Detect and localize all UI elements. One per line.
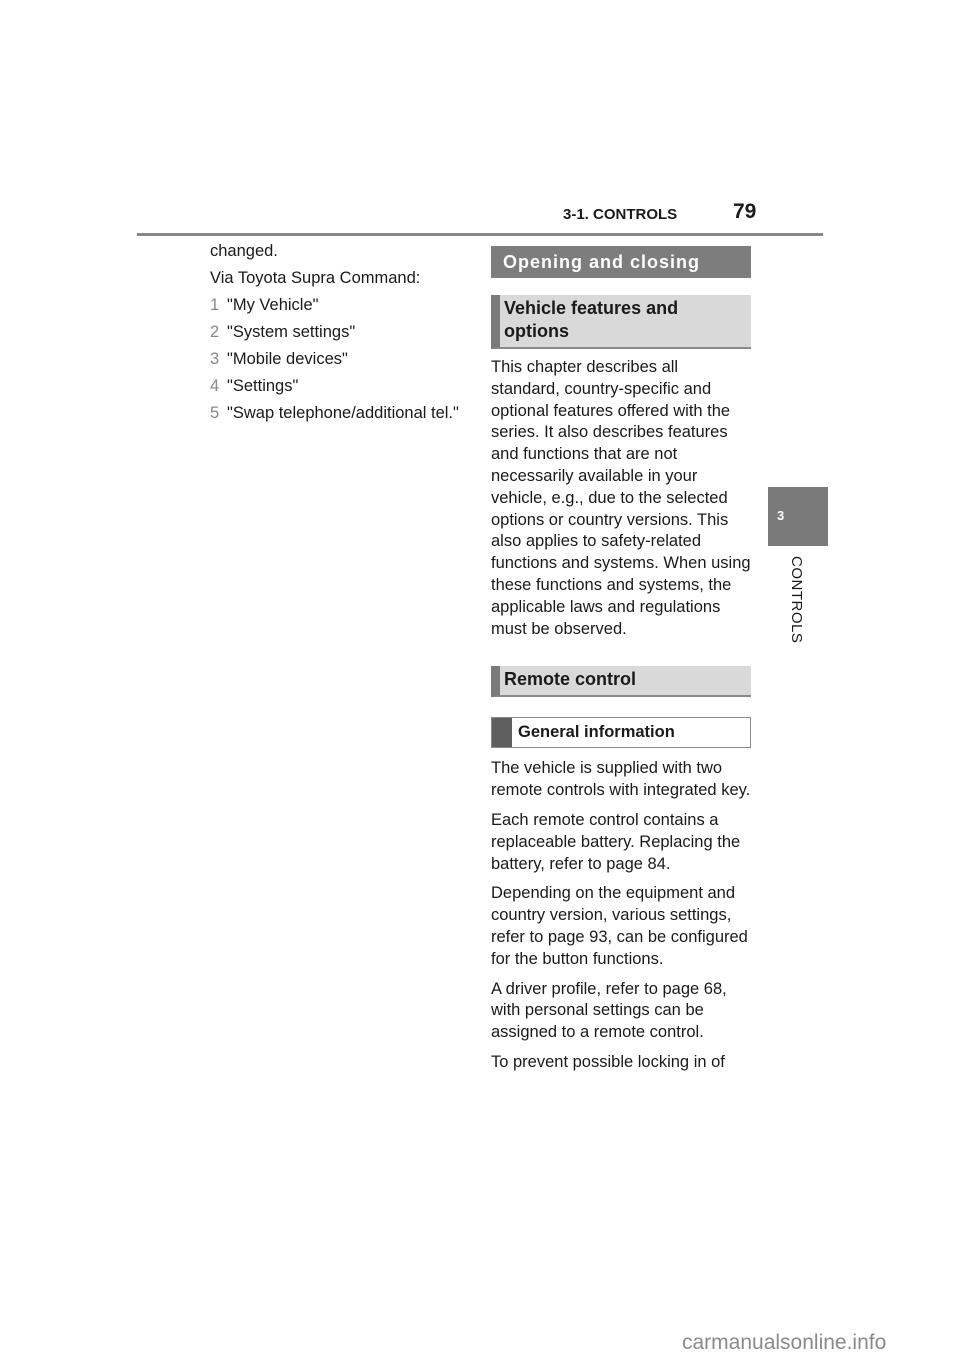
step-number: 1 <box>210 296 220 314</box>
intro-text: changed. <box>210 242 278 260</box>
chapter-tab-number: 3 <box>777 508 785 523</box>
step-text: "My Vehicle" <box>227 296 319 314</box>
step-text: "Mobile devices" <box>227 350 348 368</box>
subsection-heading-text: General information <box>518 723 675 742</box>
header-section-title: 3-1. CONTROLS <box>563 206 678 223</box>
left-column: changed. Via Toyota Supra Command: 1 "My… <box>210 240 460 429</box>
step-item: 2 "System settings" <box>210 321 460 343</box>
page-number: 79 <box>733 200 757 223</box>
step-item: 1 "My Vehicle" <box>210 294 460 316</box>
step-item: 4 "Settings" <box>210 375 460 397</box>
step-text: "System settings" <box>227 323 356 341</box>
step-text: "Settings" <box>227 377 299 395</box>
header-rule <box>137 233 823 236</box>
section-heading-remote-control: Remote control <box>491 666 751 698</box>
paragraph: A driver profile, refer to page 68, with… <box>491 979 727 1042</box>
via-text: Via Toyota Supra Command: <box>210 269 421 287</box>
watermark: carmanualsonline.info <box>682 1331 887 1354</box>
section-heading-vehicle-features: Vehicle features and options <box>491 295 751 349</box>
step-number: 5 <box>210 404 220 422</box>
step-number: 3 <box>210 350 220 368</box>
paragraph: Each remote control contains a replaceab… <box>491 810 741 873</box>
chapter-tab-label: CONTROLS <box>788 556 805 644</box>
paragraph: Depending on the equipment and country v… <box>491 884 748 968</box>
step-item: 5 "Swap telephone/additional tel." <box>210 402 460 424</box>
step-number: 4 <box>210 377 220 395</box>
paragraph: To prevent possible locking in of <box>491 1052 725 1071</box>
step-number: 2 <box>210 323 220 341</box>
step-text: "Swap telephone/additional tel." <box>227 404 459 422</box>
vehicle-features-text: This chapter describes all standard, cou… <box>491 358 751 638</box>
paragraph: The vehicle is supplied with two remote … <box>491 759 751 800</box>
chapter-heading: Opening and closing <box>491 246 751 278</box>
subsection-heading-general-information: General information <box>491 717 751 749</box>
subsection-marker <box>492 718 512 748</box>
step-item: 3 "Mobile devices" <box>210 348 460 370</box>
step-list: 1 "My Vehicle" 2 "System settings" 3 "Mo… <box>210 294 460 424</box>
right-column: Opening and closing Vehicle features and… <box>491 246 751 1074</box>
